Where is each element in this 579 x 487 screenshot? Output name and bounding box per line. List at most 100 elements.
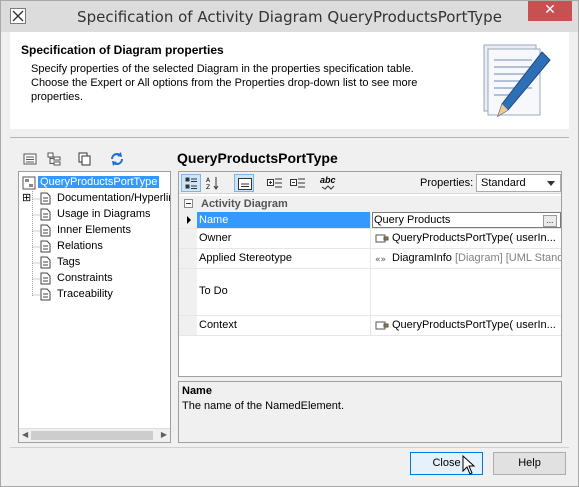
page-icon [40,288,51,301]
tree-view-icon[interactable] [47,152,65,170]
collapse-all-button[interactable] [288,174,308,192]
tree-item-label: Usage in Diagrams [57,208,151,220]
row-gutter [179,316,197,335]
property-name-cell: To Do [197,269,371,315]
specification-tree: QueryProductsPortType ⊞ Documentation/Hy… [18,171,171,443]
to-do-value-cell[interactable] [372,269,561,315]
banner-heading: Specification of Diagram properties [21,43,224,57]
categorized-view-button[interactable] [181,174,201,192]
property-name: Name [199,214,229,226]
property-name: To Do [199,285,228,297]
banner-separator [10,137,569,138]
tree-item-label: Tags [57,256,81,268]
tree-item-inner-elements[interactable]: Inner Elements [19,223,170,239]
tree-item-usage[interactable]: Usage in Diagrams [19,207,170,223]
element-title: QueryProductsPortType [177,150,338,166]
svg-text:A: A [206,177,211,184]
refresh-icon[interactable] [109,151,127,169]
scroll-right-icon[interactable]: ▶ [161,430,167,439]
stereotype-name: DiagramInfo [392,252,452,264]
ellipsis-button[interactable]: ... [543,215,557,227]
svg-text:Z: Z [206,184,210,190]
sort-az-icon: AZ [206,177,219,190]
property-row-name[interactable]: Name Query Products ... [179,212,561,229]
tree-item-constraints[interactable]: Constraints [19,271,170,287]
header-banner: Specification of Diagram properties Spec… [10,32,569,129]
tree-item-traceability[interactable]: Traceability [19,287,170,303]
property-name-cell: Owner [197,229,371,248]
name-value-input[interactable]: Query Products ... [372,212,561,228]
tree-item-label: Inner Elements [57,224,131,236]
row-gutter [179,212,197,228]
current-row-marker-icon [187,216,191,224]
properties-dropdown[interactable]: Standard [476,174,561,192]
stereotype-meta: [Diagram] [UML Stand [451,252,561,264]
property-name: Applied Stereotype [199,252,292,264]
window-title: Specification of Activity Diagram QueryP… [77,8,502,26]
help-button[interactable]: Help [493,452,566,475]
properties-table: AZ abc Properties: Standard Activity Dia… [178,171,562,377]
specification-dialog: Specification of Activity Diagram QueryP… [0,0,579,487]
property-value: QueryProductsPortType( userIn... [392,319,556,331]
spell-check-icon: abc [320,175,336,185]
page-icon [40,224,51,237]
page-icon [40,208,51,221]
page-icon [40,240,51,253]
categorized-icon [185,177,197,189]
copy-icon[interactable] [78,152,96,170]
group-label: Activity Diagram [201,198,288,210]
owner-value-cell[interactable]: QueryProductsPortType( userIn... [372,229,561,248]
property-row-applied-stereotype[interactable]: Applied Stereotype «» DiagramInfo [Diagr… [179,249,561,269]
expand-all-icon [267,178,282,188]
scrollbar-thumb[interactable] [31,431,153,440]
context-value-cell[interactable]: QueryProductsPortType( userIn... [372,316,561,335]
tree-item-tags[interactable]: Tags [19,255,170,271]
window-close-button[interactable]: ✕ [528,1,572,21]
spell-check-button[interactable]: abc [319,174,339,192]
tree-item-relations[interactable]: Relations [19,239,170,255]
port-type-icon [375,234,389,243]
description-panel-icon [238,178,252,190]
property-value: DiagramInfo [Diagram] [UML Stand [392,252,561,264]
property-row-context[interactable]: Context QueryProductsPortType( userIn... [179,316,561,336]
property-name-cell: Name [197,212,371,228]
mouse-pointer-icon [462,455,476,475]
list-view-icon[interactable] [23,152,41,170]
banner-description: Specify properties of the selected Diagr… [31,63,418,103]
property-value: Query Products [374,214,451,226]
minus-icon [186,203,191,204]
tree-item-label: Relations [57,240,103,252]
scroll-left-icon[interactable]: ◀ [22,430,28,439]
property-row-to-do[interactable]: To Do [179,269,561,316]
page-icon [40,192,51,205]
group-header-activity-diagram[interactable]: Activity Diagram [179,196,561,212]
property-row-owner[interactable]: Owner QueryProductsPortType( userIn... [179,229,561,249]
expand-all-button[interactable] [265,174,285,192]
description-title: Name [182,385,212,397]
row-gutter [179,229,197,248]
properties-label: Properties: [420,177,474,189]
properties-toolbar: AZ abc Properties: Standard [179,172,561,194]
description-toggle-button[interactable] [234,174,254,192]
page-icon [40,256,51,269]
document-pencil-icon [474,40,554,133]
footer-separator [10,447,569,448]
property-name-cell: Applied Stereotype [197,249,371,268]
property-name: Context [199,319,237,331]
collapse-all-icon [290,178,305,188]
tree-item-label: Documentation/Hyperlinks [57,192,170,204]
sort-alphabetical-button[interactable]: AZ [203,174,223,192]
tree-item-root[interactable]: QueryProductsPortType [19,175,170,191]
tree-item-documentation[interactable]: ⊞ Documentation/Hyperlinks [19,191,170,207]
tree-connector-lines [32,189,40,296]
svg-text:«»: «» [375,255,386,264]
tree-horizontal-scrollbar[interactable]: ◀ ▶ [19,428,170,442]
title-bar: Specification of Activity Diagram QueryP… [1,1,578,32]
tree-item-label: Constraints [57,272,113,284]
port-type-icon [375,321,389,330]
property-name: Owner [199,232,232,244]
page-icon [40,272,51,285]
stereotype-value-cell[interactable]: «» DiagramInfo [Diagram] [UML Stand [372,249,561,268]
collapse-icon[interactable] [184,199,193,208]
row-gutter [179,249,197,268]
